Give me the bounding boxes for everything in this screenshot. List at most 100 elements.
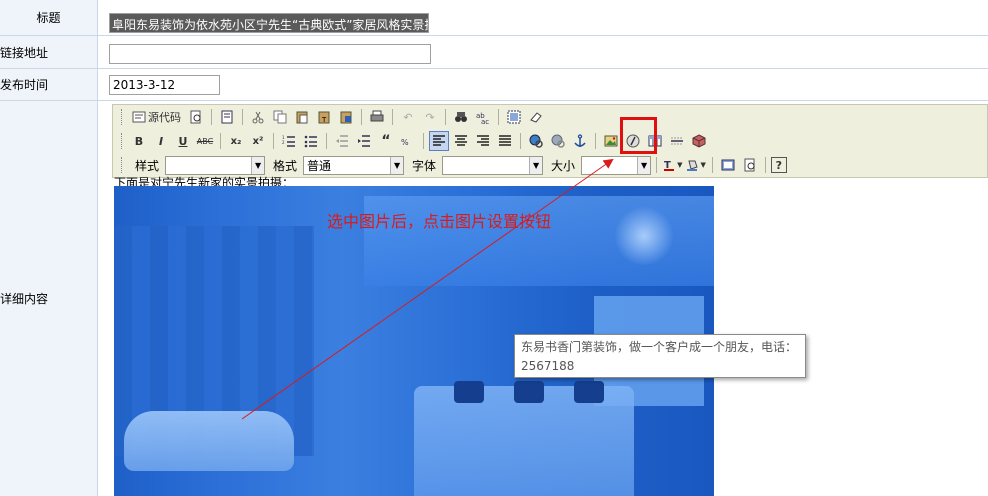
paste-button[interactable] bbox=[292, 107, 312, 127]
content-label: 详细内容 bbox=[0, 101, 98, 496]
underline-button[interactable]: U bbox=[173, 131, 193, 151]
justify-icon bbox=[499, 135, 511, 146]
indent-button[interactable] bbox=[354, 131, 374, 151]
printer-icon bbox=[370, 110, 384, 122]
copy-icon bbox=[273, 110, 287, 124]
date-row: 发布时间 bbox=[0, 69, 988, 101]
svg-text:%: % bbox=[401, 138, 409, 147]
undo-button[interactable]: ↶ bbox=[398, 107, 418, 127]
link-input[interactable] bbox=[109, 44, 431, 64]
separator bbox=[423, 133, 424, 149]
size-select[interactable]: ▼ bbox=[581, 155, 652, 175]
show-blocks-button[interactable] bbox=[740, 155, 760, 175]
separator bbox=[711, 157, 713, 173]
blockquote-button[interactable]: “ bbox=[376, 131, 396, 151]
remove-format-button[interactable] bbox=[526, 107, 546, 127]
image-tooltip: 东易书香门第装饰，做一个客户成一个朋友，电话： 2567188 bbox=[514, 334, 806, 378]
italic-button[interactable]: I bbox=[151, 131, 171, 151]
content-first-line: 下面是对宁先生新家的实景拍摄： bbox=[114, 176, 295, 186]
bg-color-button[interactable]: ▼ bbox=[685, 155, 706, 175]
title-label: 标题 bbox=[0, 0, 98, 35]
editor-toolbar: 源代码 T ↶ ↷ ab ac B I U ABC x₂ x² 1 2 “ % … bbox=[112, 104, 988, 178]
show-blocks-icon bbox=[744, 158, 755, 172]
globe-link-icon bbox=[529, 134, 543, 148]
unlink-icon bbox=[551, 134, 565, 148]
special-char-button[interactable] bbox=[689, 131, 709, 151]
font-select[interactable]: ▼ bbox=[442, 155, 544, 175]
subscript-button[interactable]: x₂ bbox=[226, 131, 246, 151]
rich-text-editor: 源代码 T ↶ ↷ ab ac B I U ABC x₂ x² 1 2 “ % … bbox=[112, 104, 988, 496]
title-input[interactable]: 阜阳东易装饰为依水苑小区宁先生“古典欧式”家居风格实景拍 bbox=[109, 13, 429, 33]
paste-text-button[interactable]: T bbox=[314, 107, 334, 127]
templates-button[interactable] bbox=[217, 107, 237, 127]
superscript-button[interactable]: x² bbox=[248, 131, 268, 151]
bullet-list-button[interactable] bbox=[301, 131, 321, 151]
photo-bathtub bbox=[124, 411, 294, 471]
copy-button[interactable] bbox=[270, 107, 290, 127]
link-label: 链接地址 bbox=[0, 36, 98, 68]
paste-word-icon bbox=[340, 111, 352, 124]
maximize-button[interactable] bbox=[718, 155, 738, 175]
separator bbox=[326, 133, 327, 149]
date-cell bbox=[98, 69, 988, 100]
align-center-button[interactable] bbox=[451, 131, 471, 151]
chevron-down-icon: ▼ bbox=[700, 161, 706, 169]
source-icon bbox=[132, 111, 146, 123]
outdent-icon bbox=[336, 135, 348, 147]
redo-button[interactable]: ↷ bbox=[420, 107, 440, 127]
image-button-highlight bbox=[620, 117, 657, 154]
source-button[interactable]: 源代码 bbox=[129, 107, 184, 127]
preview-button[interactable] bbox=[186, 107, 206, 127]
help-icon: ? bbox=[775, 158, 783, 172]
align-right-icon bbox=[477, 135, 489, 146]
numbered-list-icon: 12 bbox=[282, 135, 295, 147]
unlink-button[interactable] bbox=[548, 131, 568, 151]
align-left-button[interactable] bbox=[429, 131, 449, 151]
bullet-list-icon bbox=[304, 135, 317, 148]
undo-icon: ↶ bbox=[403, 110, 413, 124]
about-button[interactable]: ? bbox=[770, 157, 787, 173]
preview-icon bbox=[190, 110, 201, 124]
horizontal-rule-button[interactable] bbox=[667, 131, 687, 151]
replace-button[interactable]: ab ac bbox=[473, 107, 493, 127]
text-color-button[interactable]: T ▼ bbox=[662, 155, 683, 175]
link-button[interactable] bbox=[526, 131, 546, 151]
eraser-icon bbox=[530, 112, 542, 123]
separator bbox=[220, 133, 221, 149]
bold-button[interactable]: B bbox=[129, 131, 149, 151]
svg-text:ac: ac bbox=[481, 118, 489, 124]
justify-button[interactable] bbox=[495, 131, 515, 151]
clipboard-icon bbox=[296, 111, 308, 124]
date-input[interactable] bbox=[109, 75, 220, 95]
toolbar-grip bbox=[121, 157, 123, 173]
anchor-button[interactable] bbox=[570, 131, 590, 151]
select-all-button[interactable] bbox=[504, 107, 524, 127]
separator bbox=[498, 109, 499, 125]
paste-text-icon: T bbox=[318, 111, 330, 124]
print-button[interactable] bbox=[367, 107, 387, 127]
strike-button[interactable]: ABC bbox=[195, 131, 215, 151]
separator bbox=[445, 109, 446, 125]
anchor-icon bbox=[574, 134, 586, 147]
select-all-icon bbox=[507, 110, 521, 124]
paste-word-button[interactable] bbox=[336, 107, 356, 127]
find-button[interactable] bbox=[451, 107, 471, 127]
toolbar-row-1: 源代码 T ↶ ↷ ab ac bbox=[121, 106, 546, 128]
cube-icon bbox=[692, 134, 706, 148]
numbered-list-button[interactable]: 12 bbox=[279, 131, 299, 151]
outdent-button[interactable] bbox=[332, 131, 352, 151]
separator bbox=[273, 133, 274, 149]
link-cell bbox=[98, 36, 988, 68]
style-label: 样式 bbox=[135, 158, 160, 173]
image-button[interactable] bbox=[601, 131, 621, 151]
indent-icon bbox=[358, 135, 370, 147]
style-select[interactable]: ▼ bbox=[165, 155, 266, 175]
toolbar-grip bbox=[121, 109, 123, 125]
cut-button[interactable] bbox=[248, 107, 268, 127]
format-select[interactable]: 普通 ▼ bbox=[303, 155, 405, 175]
image-icon bbox=[604, 135, 618, 147]
align-right-button[interactable] bbox=[473, 131, 493, 151]
separator bbox=[361, 109, 362, 125]
title-row: 标题 阜阳东易装饰为依水苑小区宁先生“古典欧式”家居风格实景拍 bbox=[0, 0, 988, 36]
div-button[interactable]: % bbox=[398, 131, 418, 151]
